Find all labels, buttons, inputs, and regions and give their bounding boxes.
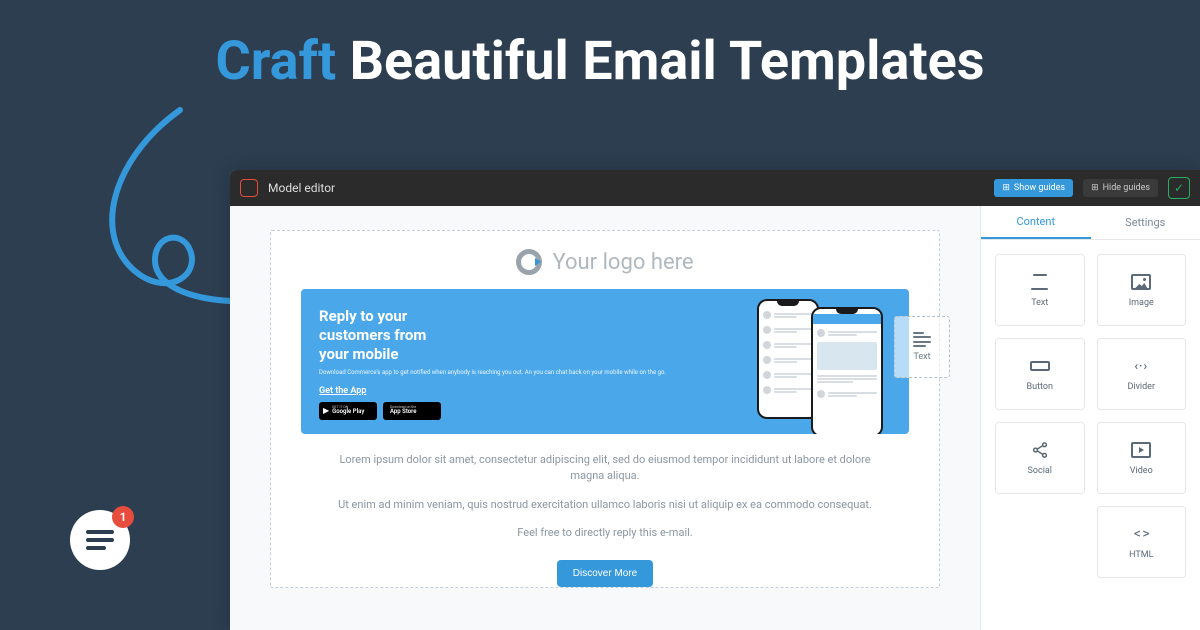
- button-icon: [1028, 356, 1052, 376]
- block-image[interactable]: Image: [1097, 254, 1187, 326]
- hero-cta-link[interactable]: Get the App: [319, 386, 739, 396]
- app-logo-icon: [240, 179, 258, 197]
- logo-placeholder-icon: [516, 249, 542, 275]
- share-icon: [1028, 440, 1052, 460]
- phone-mockups: [751, 307, 891, 420]
- hero-description: Download Commerce's app to get notified …: [319, 369, 739, 377]
- tab-content[interactable]: Content: [981, 206, 1091, 239]
- block-palette: Text Image Button ‹·› Divider Social: [981, 240, 1200, 592]
- confirm-button[interactable]: ✓: [1168, 177, 1190, 199]
- block-button[interactable]: Button: [995, 338, 1085, 410]
- store-badges: ▶ GET IT ON Google Play Download on the …: [319, 402, 739, 420]
- hero-text: Reply to your customers from your mobile…: [319, 307, 739, 420]
- discover-more-button[interactable]: Discover More: [557, 560, 653, 587]
- editor-window: Model editor ⊞ Show guides ⊞ Hide guides…: [230, 170, 1200, 630]
- grid-icon: ⊞: [1002, 183, 1010, 193]
- hide-guides-button[interactable]: ⊞ Hide guides: [1083, 179, 1158, 197]
- block-video[interactable]: Video: [1097, 422, 1187, 494]
- app-title: Model editor: [268, 181, 335, 195]
- hero-accent-word: Craft: [215, 30, 336, 93]
- phone-mockup-1: [757, 299, 819, 419]
- email-template[interactable]: Your logo here Reply to your customers f…: [270, 230, 940, 588]
- text-icon: [1028, 272, 1052, 292]
- tab-settings[interactable]: Settings: [1091, 206, 1200, 239]
- phone-mockup-2: [811, 307, 883, 434]
- block-text[interactable]: Text: [995, 254, 1085, 326]
- code-icon: < >: [1129, 524, 1153, 544]
- show-guides-button[interactable]: ⊞ Show guides: [994, 179, 1073, 197]
- notification-badge: 1: [112, 506, 134, 528]
- block-divider[interactable]: ‹·› Divider: [1097, 338, 1187, 410]
- logo-placeholder-text: Your logo here: [552, 250, 693, 275]
- chat-lines-icon: [86, 530, 114, 550]
- block-html[interactable]: < > HTML: [1097, 506, 1187, 578]
- play-icon: ▶: [323, 406, 329, 415]
- body-paragraph-3[interactable]: Feel free to directly reply this e-mail.: [271, 521, 939, 550]
- body-paragraph-2[interactable]: Ut enim ad minim veniam, quis nostrud ex…: [271, 493, 939, 522]
- logo-placeholder-block[interactable]: Your logo here: [271, 243, 939, 289]
- canvas[interactable]: Your logo here Reply to your customers f…: [230, 206, 980, 630]
- grid-icon: ⊞: [1091, 183, 1099, 193]
- video-icon: [1129, 440, 1153, 460]
- hero-block[interactable]: Reply to your customers from your mobile…: [301, 289, 909, 434]
- app-header: Model editor ⊞ Show guides ⊞ Hide guides…: [230, 170, 1200, 206]
- hero-title: Craft Beautiful Email Templates: [0, 30, 1200, 93]
- body-paragraph-1[interactable]: Lorem ipsum dolor sit amet, consectetur …: [271, 434, 939, 493]
- google-play-badge[interactable]: ▶ GET IT ON Google Play: [319, 402, 377, 420]
- divider-icon: ‹·›: [1129, 356, 1153, 376]
- app-store-badge[interactable]: Download on the App Store: [383, 402, 441, 420]
- block-social[interactable]: Social: [995, 422, 1085, 494]
- drop-target-text[interactable]: Text: [894, 316, 950, 378]
- hero-rest: Beautiful Email Templates: [350, 30, 985, 93]
- chat-bubble-icon: 1: [70, 510, 130, 570]
- image-icon: [1129, 272, 1153, 292]
- text-icon: [913, 332, 931, 348]
- sidebar-tabs: Content Settings: [981, 206, 1200, 240]
- sidebar: Content Settings Text Image Button ‹·› D…: [980, 206, 1200, 630]
